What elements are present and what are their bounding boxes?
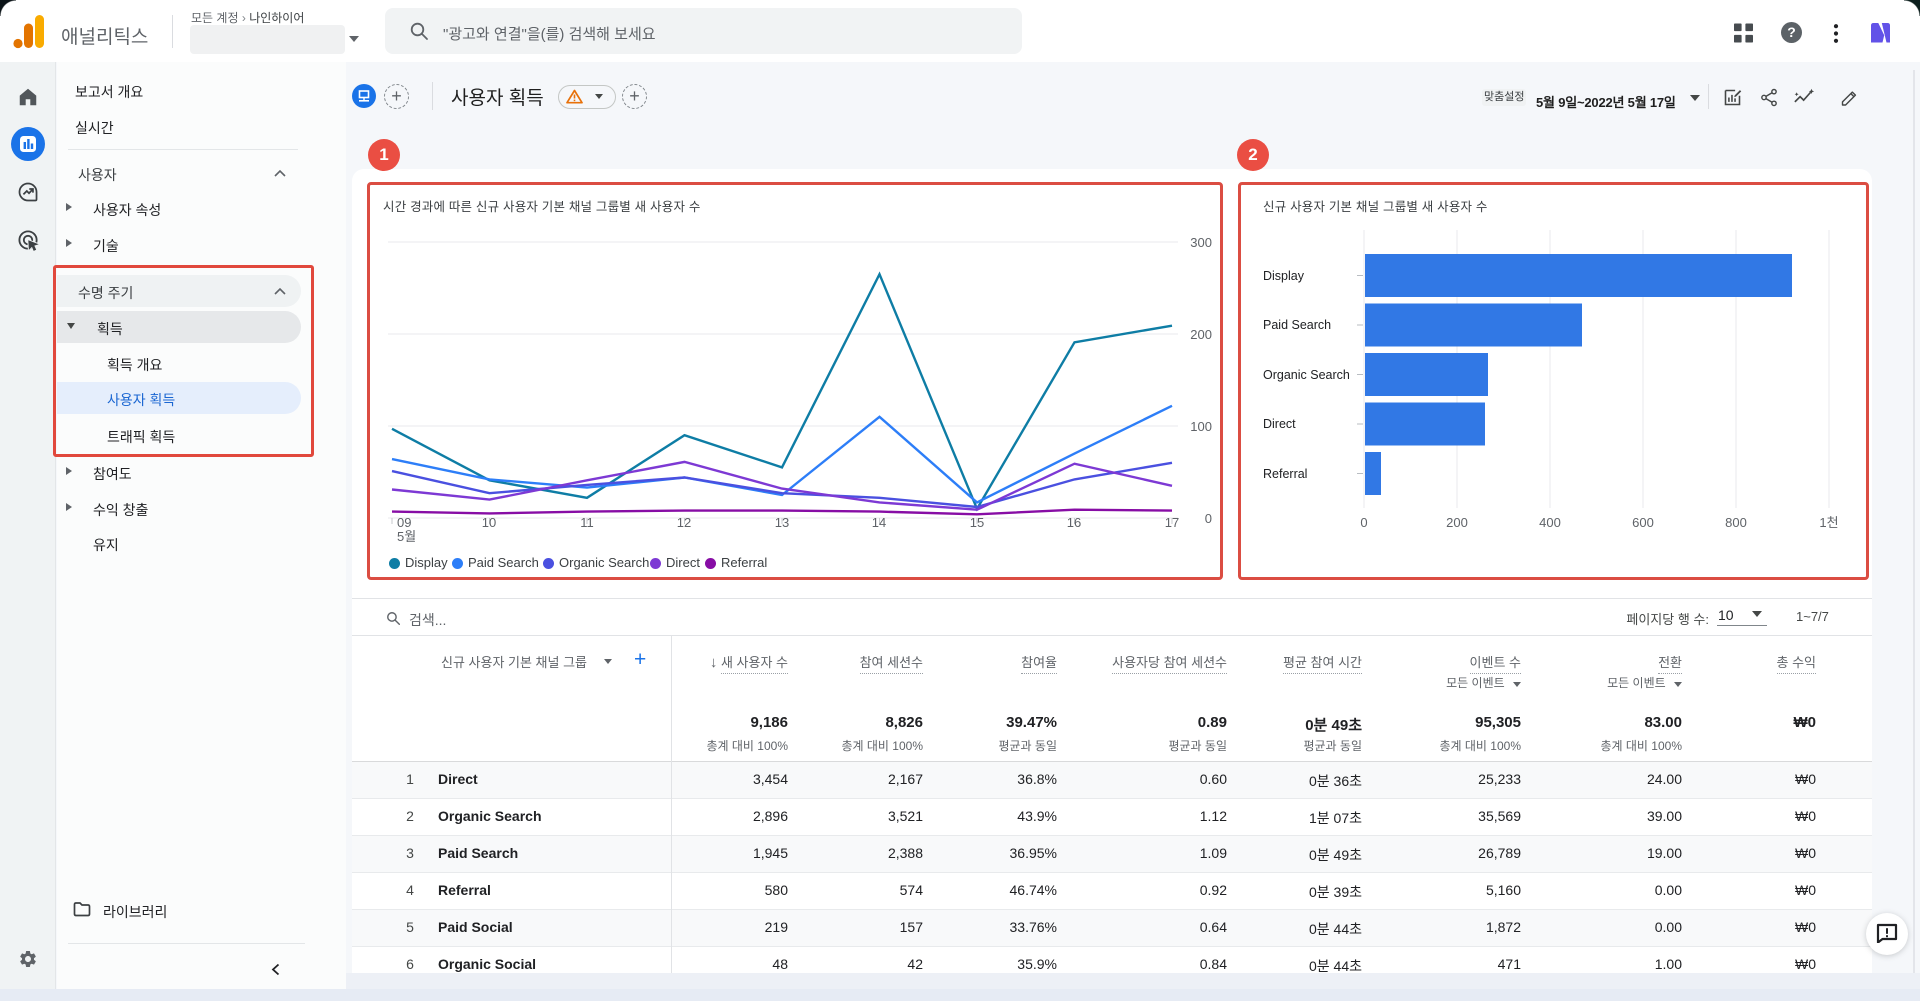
svg-text:11: 11	[580, 515, 594, 530]
svg-text:600: 600	[1632, 515, 1654, 530]
svg-text:Organic Search: Organic Search	[1263, 368, 1350, 382]
svg-text:16: 16	[1067, 515, 1081, 530]
svg-text:5월: 5월	[397, 529, 416, 544]
svg-text:400: 400	[1539, 515, 1561, 530]
svg-text:17: 17	[1165, 515, 1179, 530]
svg-text:14: 14	[872, 515, 886, 530]
svg-text:10: 10	[482, 515, 496, 530]
svg-text:Referral: Referral	[1263, 467, 1307, 481]
svg-text:09: 09	[397, 515, 411, 530]
svg-text:13: 13	[775, 515, 789, 530]
svg-text:15: 15	[970, 515, 984, 530]
svg-text:200: 200	[1190, 327, 1212, 342]
svg-text:0: 0	[1360, 515, 1367, 530]
svg-text:300: 300	[1190, 235, 1212, 250]
svg-text:1천: 1천	[1819, 515, 1838, 530]
svg-text:100: 100	[1190, 419, 1212, 434]
svg-text:Direct: Direct	[1263, 417, 1296, 431]
svg-text:12: 12	[677, 515, 691, 530]
svg-text:200: 200	[1446, 515, 1468, 530]
svg-text:Display: Display	[1263, 269, 1305, 283]
svg-text:Paid Search: Paid Search	[1263, 318, 1331, 332]
svg-text:800: 800	[1725, 515, 1747, 530]
svg-text:0: 0	[1205, 511, 1212, 526]
